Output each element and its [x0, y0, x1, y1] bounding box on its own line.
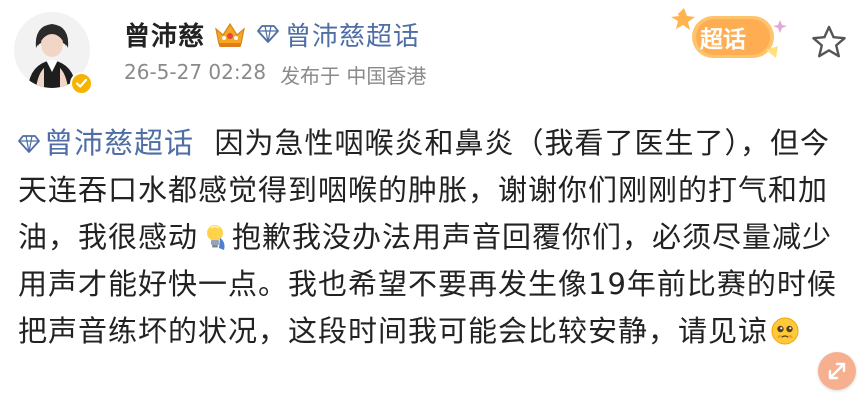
supertopic-label: 超话	[700, 27, 746, 53]
post-body: 曾沛慈超话 因为急性咽喉炎和鼻炎（我看了医生了），但今天连吞口水都感觉得到咽喉的…	[18, 120, 848, 355]
pleading-face-emoji-icon	[771, 317, 799, 345]
diamond-icon	[18, 135, 40, 153]
expand-arrows-button[interactable]	[818, 352, 856, 390]
post-topic-name[interactable]: 曾沛慈超话	[44, 126, 194, 160]
topic-name[interactable]: 曾沛慈超话	[285, 16, 420, 53]
post-topic-link[interactable]: 曾沛慈超话	[18, 126, 194, 160]
idea-bulb-emoji-icon	[207, 225, 225, 250]
post-header: 曾沛慈 曾沛慈超话 26-5-27 02:28 发布于 中国香港 超话	[0, 0, 859, 110]
name-row: 曾沛慈 曾沛慈超话	[124, 14, 420, 54]
verified-badge-icon	[70, 72, 93, 95]
location: 发布于 中国香港	[280, 64, 427, 88]
post-text: 曾沛慈超话 因为急性咽喉炎和鼻炎（我看了医生了），但今天连吞口水都感觉得到咽喉的…	[18, 120, 848, 355]
supertopic-button[interactable]: 超话	[668, 6, 798, 68]
timestamp: 26-5-27 02:28	[124, 60, 267, 84]
expand-arrows-icon	[828, 362, 846, 380]
favorite-star-icon[interactable]	[810, 24, 848, 60]
username[interactable]: 曾沛慈	[124, 16, 205, 53]
diamond-icon	[257, 25, 279, 43]
crown-icon	[215, 22, 245, 47]
topic-link[interactable]: 曾沛慈超话	[257, 16, 420, 53]
post-meta: 26-5-27 02:28 发布于 中国香港	[124, 60, 426, 89]
